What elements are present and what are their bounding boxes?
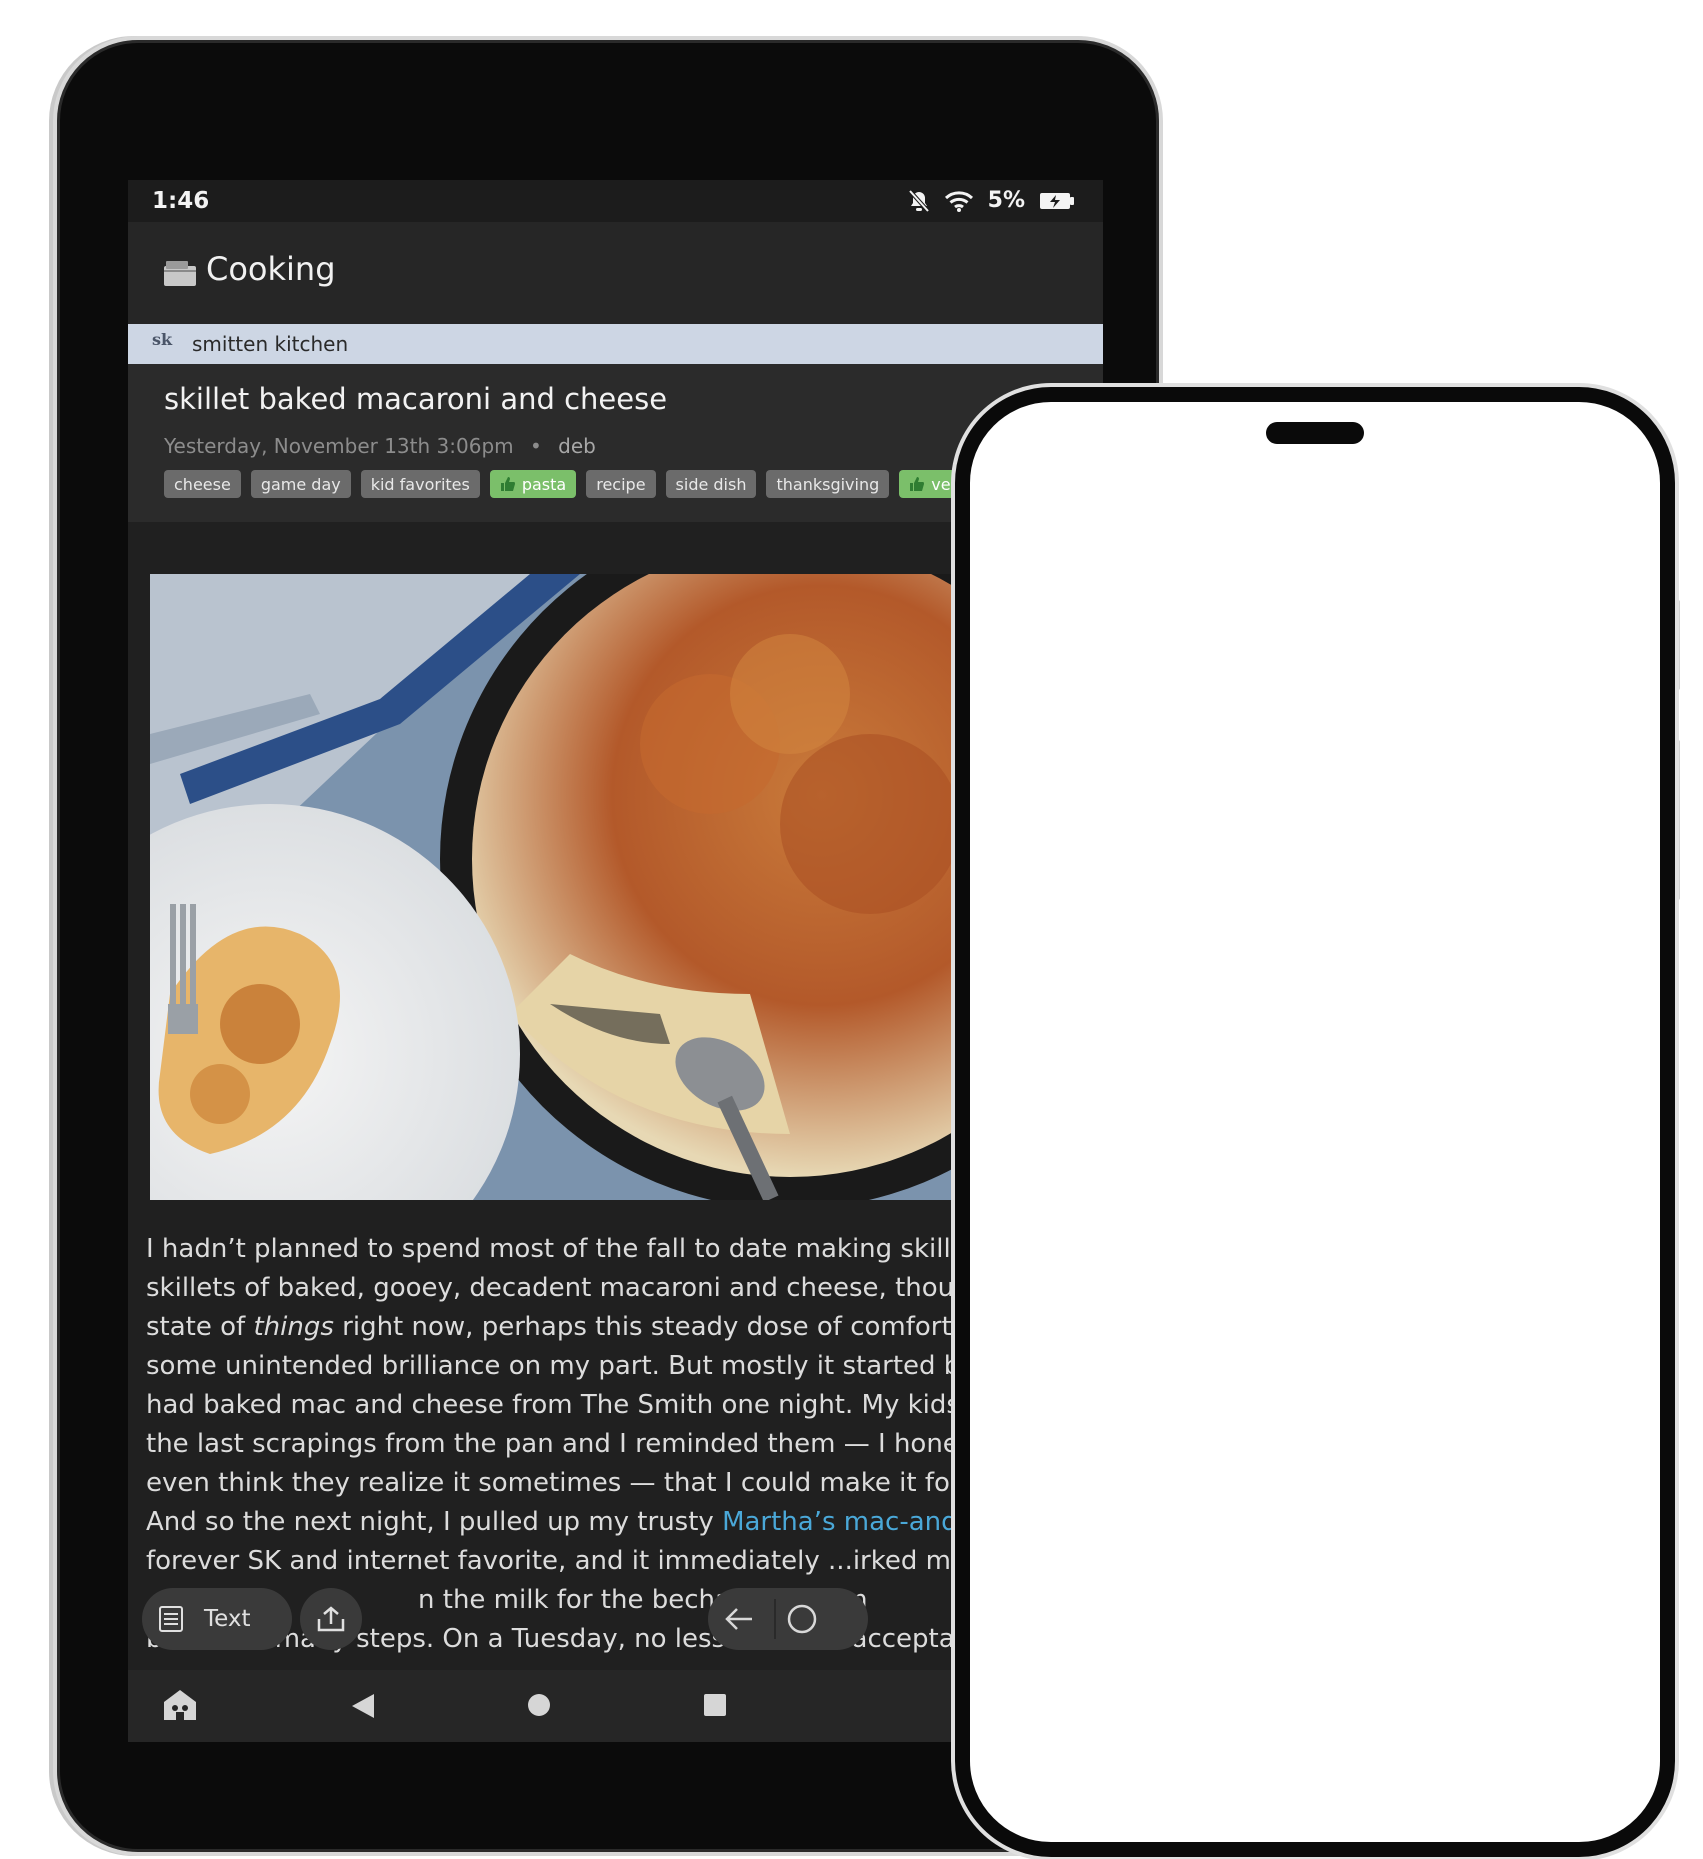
tag-chip[interactable]: kid favorites <box>360 470 480 498</box>
article-meta: Yesterday, November 13th 3:06pm • deb <box>164 434 596 458</box>
feed-logo: sk <box>152 330 173 349</box>
status-time: 1:46 <box>152 188 210 214</box>
text-document-icon <box>159 1606 183 1632</box>
article-text: And so the next night, I pulled up my tr… <box>146 1507 723 1537</box>
article-date: Yesterday, November 13th 3:06pm <box>164 434 514 458</box>
tag-chip[interactable]: side dish <box>665 470 757 498</box>
wifi-icon <box>944 190 973 212</box>
back-icon[interactable] <box>350 1692 376 1720</box>
phone-speaker-notch <box>1266 422 1364 444</box>
feed-name[interactable]: smitten kitchen <box>192 332 348 356</box>
article-emphasis: things <box>253 1312 334 1342</box>
feed-bar[interactable]: sk smitten kitchen <box>128 324 1103 364</box>
share-icon <box>317 1606 345 1632</box>
article-title[interactable]: skillet baked macaroni and cheese <box>164 382 667 416</box>
tag-chip[interactable]: pasta <box>489 470 577 498</box>
tag-label: kid favorites <box>370 474 470 494</box>
tag-label: cheese <box>174 474 231 494</box>
folder-icon[interactable] <box>162 258 198 288</box>
article-text: state of <box>146 1312 254 1342</box>
tag-label: recipe <box>596 474 646 494</box>
recents-icon[interactable] <box>702 1692 728 1718</box>
tag-chip[interactable]: game day <box>250 470 351 498</box>
nav-divider <box>774 1599 776 1639</box>
unread-circle-icon[interactable] <box>786 1603 818 1635</box>
status-bar: 1:46 5% <box>128 180 1103 222</box>
thumbs-up-icon <box>910 477 925 491</box>
battery-percent: 5% <box>987 188 1025 213</box>
text-view-button[interactable]: Text <box>142 1588 292 1650</box>
meta-separator: • <box>529 434 542 458</box>
recipe-link[interactable]: Martha’s mac-and-c <box>722 1507 981 1537</box>
phone-volume-button <box>1676 740 1680 900</box>
phone-device <box>955 387 1675 1857</box>
share-button[interactable] <box>300 1588 362 1650</box>
tag-chip[interactable]: thanksgiving <box>766 470 890 498</box>
tag-label: side dish <box>675 474 747 494</box>
tag-label: game day <box>260 474 341 494</box>
previous-story-icon[interactable] <box>724 1606 754 1632</box>
phone-side-button <box>1676 600 1680 690</box>
article-author[interactable]: deb <box>558 434 596 458</box>
app-bar: Cooking <box>128 222 1103 324</box>
thumbs-up-icon <box>500 477 515 491</box>
status-icons: 5% <box>908 188 1075 213</box>
article-text: right now, perhaps this steady dose of c… <box>333 1312 986 1342</box>
story-navigation <box>708 1588 868 1650</box>
tag-chip[interactable]: recipe <box>586 470 656 498</box>
text-view-label: Text <box>204 1606 251 1632</box>
tag-chip[interactable]: cheese <box>164 470 241 498</box>
battery-charging-icon <box>1040 192 1074 209</box>
tag-list: cheese game day kid favorites pasta recipe si… <box>164 470 997 498</box>
tag-label: pasta <box>521 474 567 494</box>
notifications-off-icon <box>908 189 930 212</box>
home-launcher-icon[interactable] <box>162 1688 198 1722</box>
folder-title[interactable]: Cooking <box>206 250 336 288</box>
tag-label: thanksgiving <box>776 474 880 494</box>
home-icon[interactable] <box>526 1692 552 1718</box>
